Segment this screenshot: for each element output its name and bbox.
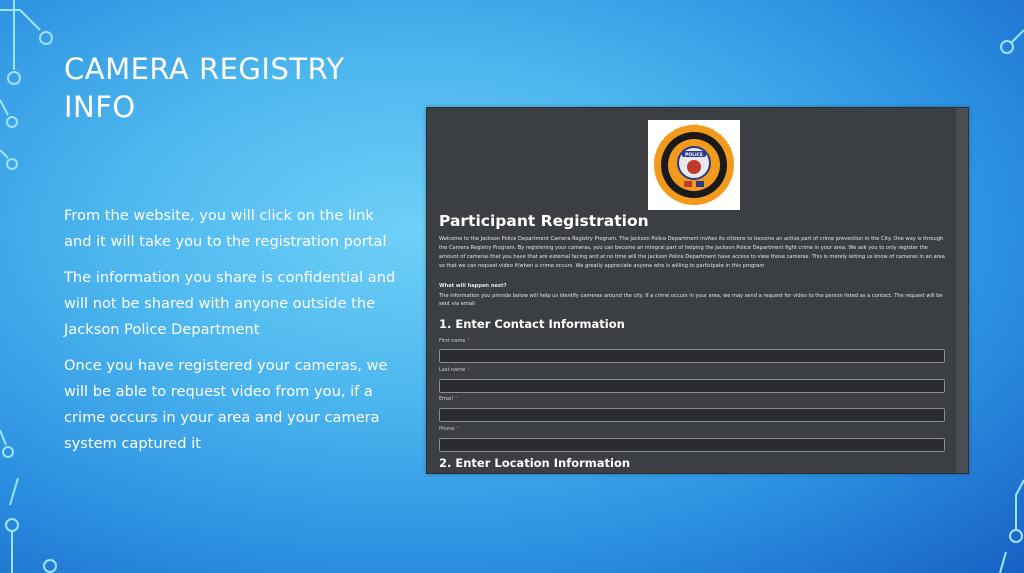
phone-field[interactable] [439, 438, 945, 452]
page-title: Participant Registration [439, 212, 649, 230]
email-label: Email * [439, 396, 458, 402]
last-name-field[interactable] [439, 379, 945, 393]
slide: Camera Registry Info From the website, y… [0, 0, 1024, 573]
bullet-2: The information you share is confidentia… [64, 269, 396, 338]
logo-badge-text: POLICE [685, 152, 703, 158]
registration-screenshot: POLICE JACKSON POLICE DEPARTMENT Partici… [426, 107, 969, 474]
section-location-title: 2. Enter Location Information [439, 456, 631, 470]
section-contact-title: 1. Enter Contact Information [439, 317, 625, 331]
bullet-1: From the website, you will click on the … [64, 207, 387, 250]
first-name-label: First name * [439, 338, 470, 344]
next-label: What will happen next? [439, 283, 507, 289]
scrollbar[interactable] [956, 108, 968, 473]
email-field[interactable] [439, 408, 945, 422]
phone-label: Phone * [439, 426, 459, 432]
intro-text: Welcome to the Jackson Police Department… [439, 236, 945, 269]
police-badge-icon: POLICE JACKSON POLICE DEPARTMENT [653, 124, 735, 205]
slide-title: Camera Registry Info [64, 52, 345, 124]
first-name-field[interactable] [439, 349, 945, 363]
police-logo: POLICE JACKSON POLICE DEPARTMENT [648, 120, 740, 210]
last-name-label: Last name * [439, 367, 470, 373]
slide-body: From the website, you will click on the … [64, 203, 404, 467]
next-text: The information you provide below will h… [439, 293, 943, 307]
bullet-3: Once you have registered your cameras, w… [64, 357, 388, 452]
